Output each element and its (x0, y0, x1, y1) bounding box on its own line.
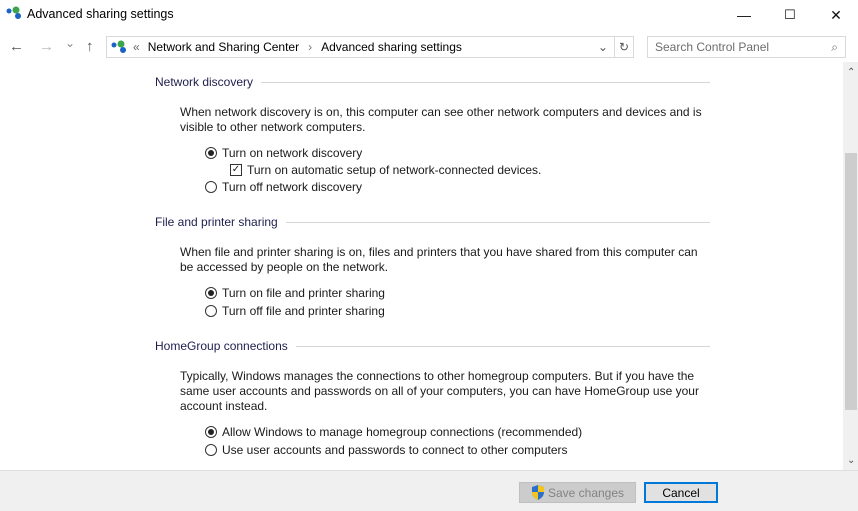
breadcrumb-advanced-sharing[interactable]: Advanced sharing settings (321, 40, 462, 54)
up-button[interactable]: ↑ (86, 38, 94, 55)
search-placeholder: Search Control Panel (655, 40, 770, 54)
forward-button[interactable]: → (39, 38, 54, 55)
minimize-button[interactable]: — (721, 0, 767, 30)
maximize-button[interactable]: ☐ (767, 0, 813, 30)
radio-network-discovery-off[interactable]: Turn off network discovery (205, 180, 362, 194)
section-title: File and printer sharing (155, 215, 278, 229)
scroll-down-icon[interactable]: ⌄ (847, 455, 855, 466)
footer-bar (0, 470, 858, 511)
section-network-discovery: Network discovery (155, 75, 710, 89)
address-bar[interactable]: « Network and Sharing Center › Advanced … (106, 36, 634, 58)
network-icon (6, 6, 21, 19)
radio-file-sharing-off[interactable]: Turn off file and printer sharing (205, 304, 385, 318)
section-description: Typically, Windows manages the connectio… (180, 369, 699, 413)
radio-file-sharing-on[interactable]: Turn on file and printer sharing (205, 286, 385, 300)
overflow-chevron[interactable]: « (133, 40, 140, 54)
section-description: When file and printer sharing is on, fil… (180, 245, 698, 274)
checkbox-auto-setup[interactable]: ✓ Turn on automatic setup of network-conn… (230, 163, 541, 177)
search-icon[interactable]: ⌕ (831, 40, 838, 54)
address-dropdown-icon[interactable]: ⌄ (598, 40, 614, 54)
refresh-icon[interactable]: ↻ (613, 37, 633, 57)
section-homegroup: HomeGroup connections (155, 339, 710, 353)
scrollbar-thumb[interactable] (845, 153, 857, 410)
window-title: Advanced sharing settings (27, 7, 174, 21)
close-button[interactable]: ✕ (813, 0, 858, 30)
section-title: HomeGroup connections (155, 339, 288, 353)
radio-network-discovery-on[interactable]: Turn on network discovery (205, 146, 362, 160)
radio-homegroup-windows[interactable]: Allow Windows to manage homegroup connec… (205, 425, 582, 439)
uac-shield-icon (531, 485, 544, 500)
section-file-printer-sharing: File and printer sharing (155, 215, 710, 229)
search-input[interactable]: Search Control Panel ⌕ (647, 36, 846, 58)
section-title: Network discovery (155, 75, 254, 89)
cancel-button[interactable]: Cancel (644, 482, 718, 503)
scroll-up-icon[interactable]: ⌃ (847, 67, 855, 78)
breadcrumb-separator[interactable]: › (308, 40, 312, 54)
back-button[interactable]: ← (9, 38, 24, 55)
checkmark-icon: ✓ (230, 164, 242, 176)
recent-locations-button[interactable]: ⌄ (65, 36, 75, 50)
breadcrumb-network-sharing-center[interactable]: Network and Sharing Center (148, 40, 299, 54)
radio-homegroup-accounts[interactable]: Use user accounts and passwords to conne… (205, 443, 568, 457)
section-description: When network discovery is on, this compu… (180, 105, 702, 134)
network-icon (111, 40, 126, 53)
save-changes-button[interactable]: Save changes (519, 482, 636, 503)
